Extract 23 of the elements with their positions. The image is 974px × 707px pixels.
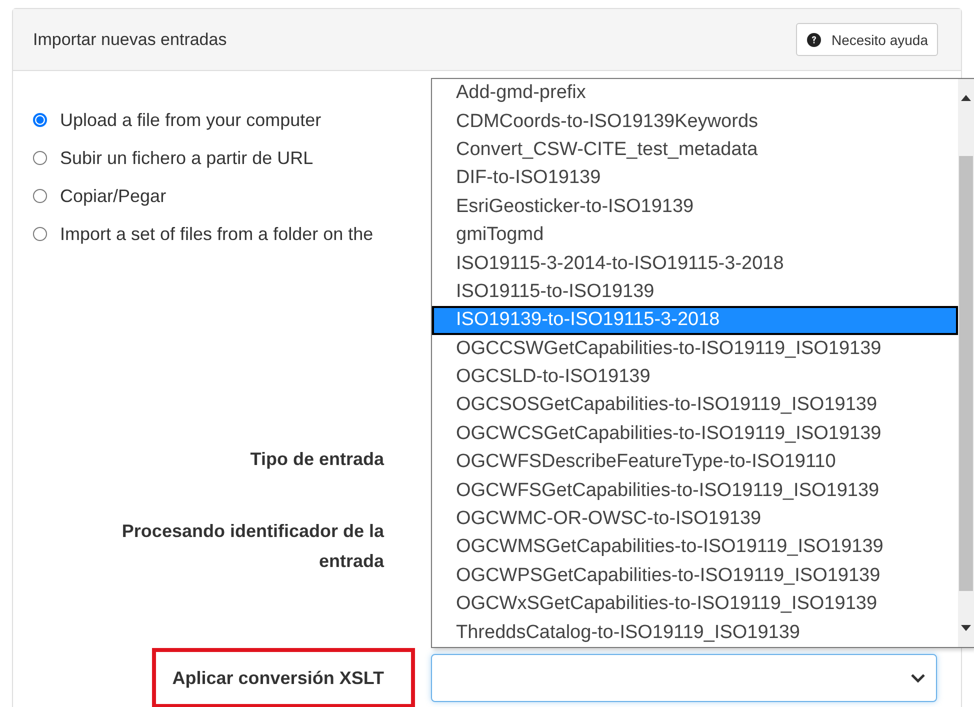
scrollbar[interactable] [958, 79, 974, 647]
field-label: Procesando identificador de la entrada [120, 520, 386, 573]
field-label: Aplicar conversión XSLT [152, 648, 415, 707]
radio-button[interactable] [33, 151, 47, 165]
dropdown-option[interactable]: OGCCSWGetCapabilities-to-ISO19119_ISO19139 [432, 334, 958, 363]
scroll-up-icon [961, 95, 971, 101]
dropdown-option[interactable]: Add-gmd-prefix [432, 79, 958, 108]
chevron-down-icon [910, 673, 926, 683]
radio-label[interactable]: Copiar/Pegar [60, 186, 166, 206]
radio-label[interactable]: Upload a file from your computer [60, 110, 322, 130]
dropdown-option[interactable]: ThreddsCatalog-to-ISO19119_ISO19139 [432, 618, 958, 647]
xslt-select[interactable] [431, 654, 937, 702]
radio-button[interactable] [33, 227, 47, 241]
help-button[interactable]: Necesito ayuda [796, 23, 938, 56]
panel-title: Importar nuevas entradas [33, 30, 227, 50]
radio-button[interactable] [33, 189, 47, 203]
radio-button[interactable] [33, 113, 47, 127]
field-label: Tipo de entrada [250, 448, 386, 471]
radio-label[interactable]: Subir un fichero a partir de URL [60, 148, 314, 168]
help-icon [807, 32, 822, 46]
radio-label[interactable]: Import a set of files from a folder on the [60, 224, 374, 244]
scrollbar-thumb[interactable] [959, 156, 973, 591]
scroll-down-icon [961, 625, 971, 631]
